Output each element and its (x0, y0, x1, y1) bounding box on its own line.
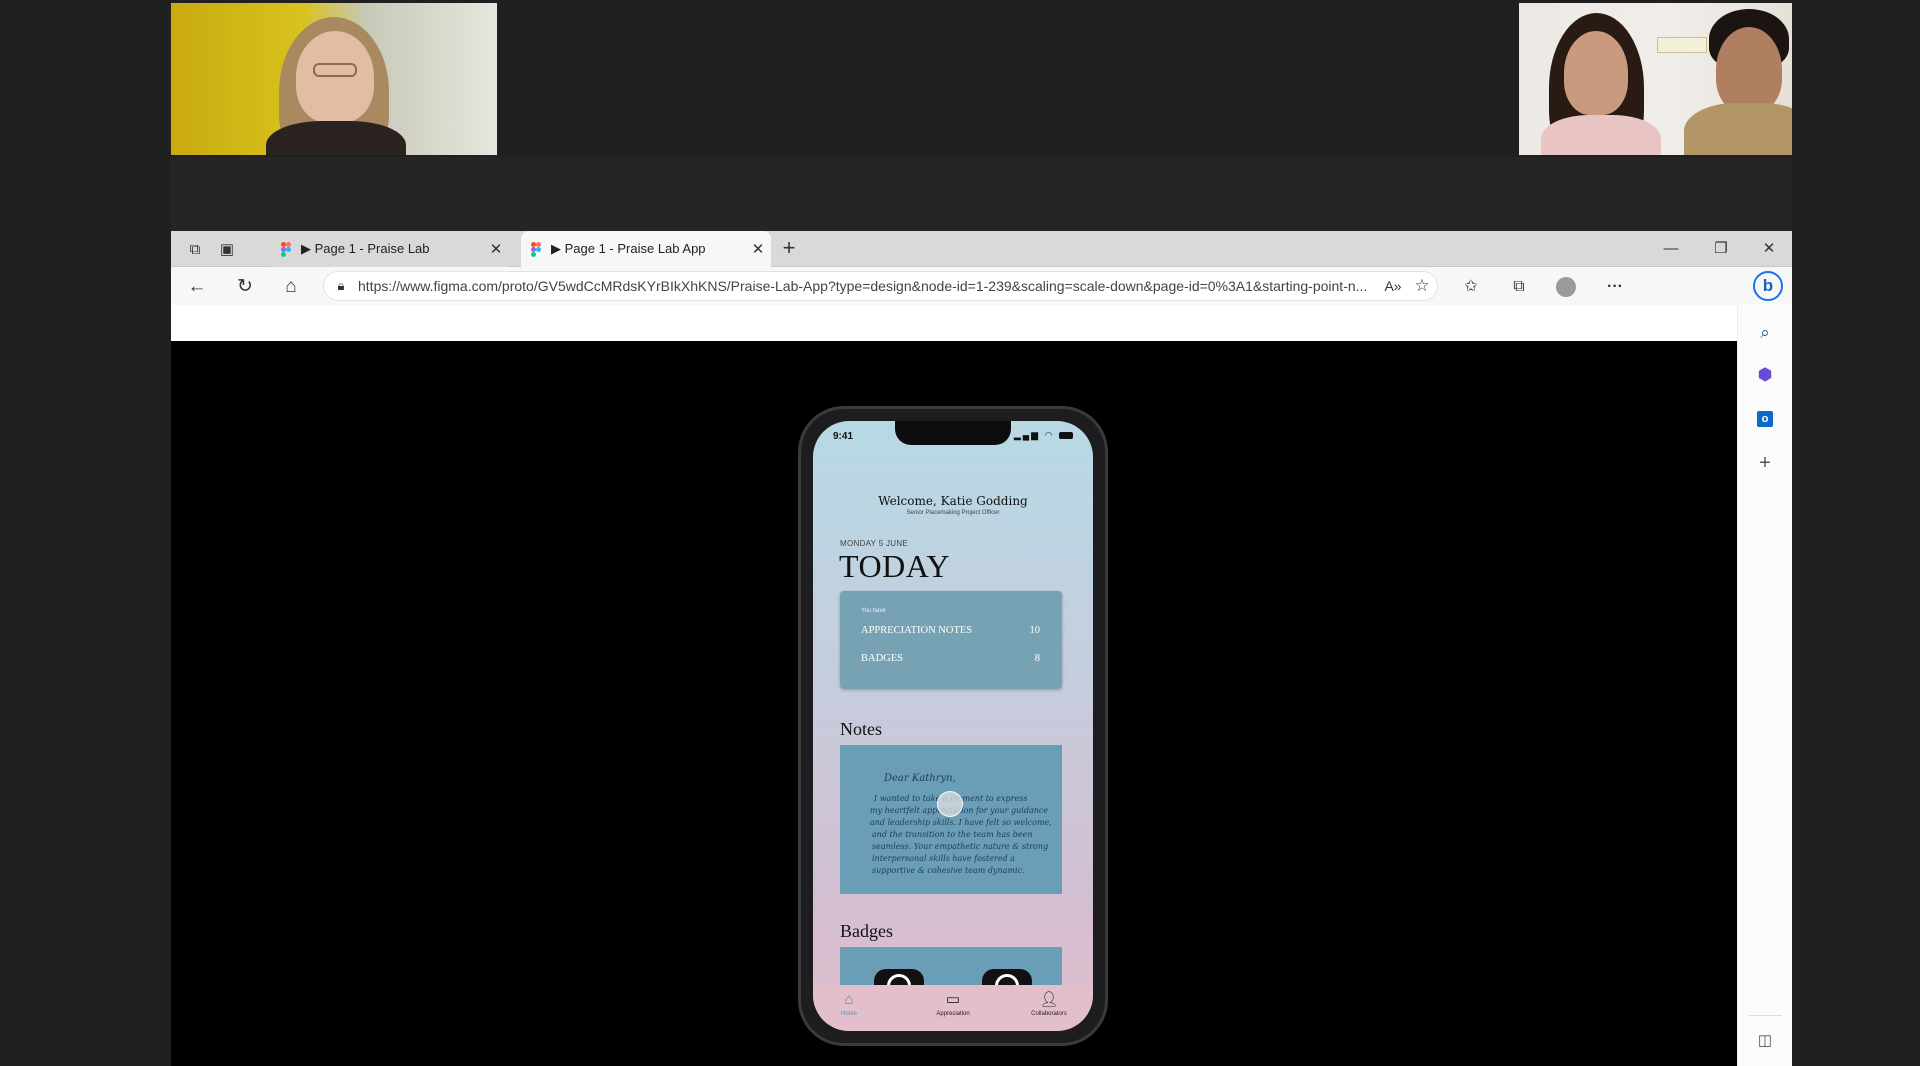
chat-icon: ▭ (945, 991, 961, 1008)
app-tab-bar: ⌂ Home ▭ Appreciation 👤︎ Collaborators (813, 985, 1093, 1031)
participant-body (266, 121, 406, 155)
lock-icon[interactable]: 🔒︎ (324, 278, 358, 294)
today-heading: TODAY (839, 548, 950, 584)
user-role: Senior Placemaking Project Officer (906, 510, 1000, 516)
figma-icon (531, 242, 541, 257)
star-icon[interactable]: ☆ (1407, 276, 1437, 296)
status-icons: ▂▄▆ ◠ (1014, 430, 1073, 441)
sidebar-divider (1748, 1015, 1782, 1016)
browser-window: ⧉ ▣ ▶ Page 1 - Praise Lab ✕ ▶ Page 1 - P… (171, 231, 1792, 1066)
note-line: and the transition to the team has been (872, 830, 1033, 839)
add-icon[interactable]: + (1751, 449, 1779, 477)
welcome-heading: Welcome, Katie Godding (878, 494, 1028, 508)
note-line: supportive & cohesive team dynamic. (872, 866, 1025, 875)
home-icon: ⌂ (844, 991, 854, 1008)
notes-heading: Notes (840, 719, 882, 739)
refresh-icon[interactable]: ↻ (233, 275, 257, 299)
wifi-icon: ◠ (1044, 430, 1055, 440)
sidebar-toggle-icon[interactable]: ◫ (1751, 1027, 1779, 1055)
restore-button[interactable]: ❐ (1706, 237, 1736, 261)
screen: ⧉ ▣ ▶ Page 1 - Praise Lab ✕ ▶ Page 1 - P… (0, 0, 1920, 1066)
badge-icon[interactable] (874, 969, 924, 985)
favorites-icon[interactable]: ✩ (1459, 276, 1483, 298)
page-top-strip (171, 305, 1737, 341)
badge-icon[interactable] (982, 969, 1032, 985)
back-icon[interactable]: ← (185, 275, 209, 299)
bing-icon[interactable]: b (1753, 271, 1783, 301)
participant-face (1716, 27, 1782, 113)
note-card[interactable]: Dear Kathryn, I wanted to take a moment … (840, 745, 1062, 894)
status-time: 9:41 (833, 431, 854, 442)
participant-body (1684, 103, 1792, 155)
participant-glasses (313, 63, 357, 77)
participant-face (296, 31, 374, 123)
tab-label: ▶ Page 1 - Praise Lab (301, 241, 430, 256)
edge-sidebar: ⌕ ⬢ o + ◫ (1737, 305, 1792, 1066)
note-line: interpersonal skills have fostered a (872, 854, 1015, 863)
collections-icon[interactable]: ⧉ (1507, 276, 1531, 298)
phone-frame: 9:41 ▂▄▆ ◠ Welcome, Katie Godding Senior… (798, 406, 1108, 1046)
participant-face (1564, 31, 1628, 115)
outlook-icon[interactable]: o (1751, 403, 1779, 431)
note-line: Dear Kathryn, (884, 773, 956, 784)
close-window-button[interactable]: ✕ (1754, 237, 1784, 261)
tab-label: Home (840, 1011, 857, 1017)
tab-page1-praise-lab-app[interactable]: ▶ Page 1 - Praise Lab App ✕ (521, 231, 771, 267)
summary-row-value: 10 (1029, 625, 1041, 636)
tab-collaborators[interactable]: 👤︎ Collaborators (1019, 991, 1079, 1017)
address-bar[interactable]: 🔒︎ https://www.figma.com/proto/GV5wdCcMR… (323, 271, 1438, 301)
summary-row-value: 8 (1034, 653, 1040, 664)
tab-close-icon[interactable]: ✕ (483, 240, 509, 258)
note-line: and leadership skills. I have felt so we… (870, 818, 1052, 827)
tab-strip: ⧉ ▣ ▶ Page 1 - Praise Lab ✕ ▶ Page 1 - P… (171, 231, 1792, 267)
summary-card[interactable]: You have APPRECIATION NOTES 10 BADGES 8 (840, 591, 1062, 689)
new-tab-button[interactable]: + (777, 237, 801, 261)
url-text[interactable]: https://www.figma.com/proto/GV5wdCcMRdsK… (358, 278, 1379, 294)
participant-video-right (1519, 3, 1792, 155)
phone-notch (895, 421, 1011, 445)
wall-note (1657, 37, 1707, 53)
tab-home[interactable]: ⌂ Home (819, 991, 879, 1017)
read-aloud-icon[interactable]: A» (1379, 278, 1407, 294)
address-bar-row: ← ↻ ⌂ 🔒︎ https://www.figma.com/proto/GV5… (171, 267, 1792, 305)
date-label: MONDAY 5 JUNE (840, 539, 909, 548)
minimize-button[interactable]: — (1656, 237, 1686, 261)
more-icon[interactable]: ··· (1603, 276, 1627, 298)
note-line: seamless. Your empathetic nature & stron… (872, 842, 1049, 851)
vertical-tabs-icon[interactable]: ▣ (217, 239, 237, 259)
battery-icon (1059, 432, 1073, 440)
search-icon[interactable]: ⌕ (1751, 319, 1779, 347)
tab-label: Appreciation (936, 1011, 970, 1017)
summary-intro: You have (861, 608, 886, 614)
summary-row-label: BADGES (861, 653, 904, 664)
badges-heading: Badges (840, 921, 893, 941)
tab-appreciation[interactable]: ▭ Appreciation (923, 991, 983, 1017)
tab-close-icon[interactable]: ✕ (745, 240, 771, 258)
home-icon[interactable]: ⌂ (279, 275, 303, 299)
app-screen[interactable]: 9:41 ▂▄▆ ◠ Welcome, Katie Godding Senior… (813, 421, 1093, 1031)
profile-icon[interactable] (1554, 276, 1578, 298)
person-icon: 👤︎ (1039, 991, 1059, 1008)
summary-row-label: APPRECIATION NOTES (861, 625, 973, 636)
prototype-cursor (937, 791, 963, 817)
copilot-icon[interactable]: ⬢ (1751, 361, 1779, 389)
tab-page1-praise-lab[interactable]: ▶ Page 1 - Praise Lab ✕ (271, 231, 509, 267)
figma-prototype-viewport[interactable]: 9:41 ▂▄▆ ◠ Welcome, Katie Godding Senior… (171, 341, 1737, 1066)
tab-label: Collaborators (1031, 1011, 1067, 1017)
tab-label: ▶ Page 1 - Praise Lab App (551, 241, 706, 256)
participant-video-left (171, 3, 497, 155)
badges-card[interactable] (840, 947, 1062, 985)
participant-body (1541, 115, 1661, 155)
workspaces-icon[interactable]: ⧉ (185, 239, 205, 259)
video-gallery-gap (171, 157, 1792, 231)
signal-icon: ▂▄▆ (1013, 430, 1041, 440)
summary-row-badges[interactable]: BADGES 8 (861, 653, 1040, 664)
summary-row-appreciation[interactable]: APPRECIATION NOTES 10 (861, 625, 1040, 636)
figma-icon (281, 242, 291, 257)
